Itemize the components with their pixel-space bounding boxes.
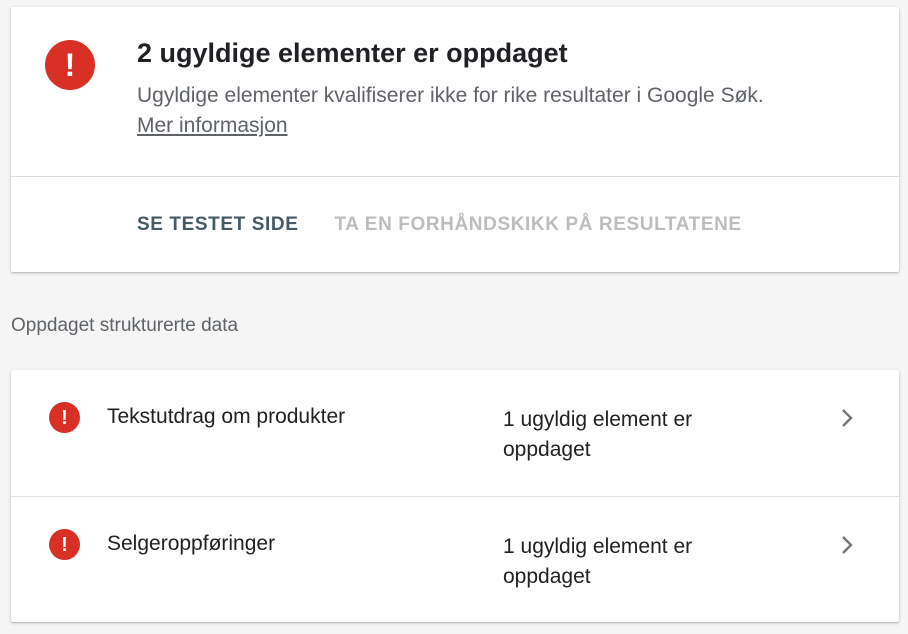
item-name: Tekstutdrag om produkter [107, 405, 346, 428]
chevron-right-icon[interactable] [837, 535, 857, 555]
error-icon: ! [49, 402, 80, 433]
error-icon-glyph: ! [61, 406, 68, 429]
chevron-right-icon[interactable] [837, 408, 857, 428]
error-icon-glyph: ! [61, 533, 68, 556]
error-icon: ! [45, 40, 95, 90]
summary-title: 2 ugyldige elementer er oppdaget [137, 38, 568, 68]
summary-card: ! 2 ugyldige elementer er oppdaget Ugyld… [11, 7, 899, 272]
divider [11, 176, 899, 177]
list-item[interactable]: ! Selgeroppføringer 1 ugyldig element er… [11, 497, 899, 623]
view-tested-page-button[interactable]: SE TESTET SIDE [137, 214, 299, 236]
item-name: Selgeroppføringer [107, 532, 276, 555]
summary-actions: SE TESTET SIDE TA EN FORHÅNDSKIKK PÅ RES… [137, 214, 742, 236]
section-heading: Oppdaget strukturerte data [11, 315, 239, 336]
more-info-link[interactable]: Mer informasjon [137, 114, 288, 138]
preview-results-button[interactable]: TA EN FORHÅNDSKIKK PÅ RESULTATENE [335, 214, 742, 236]
structured-data-list: ! Tekstutdrag om produkter 1 ugyldig ele… [11, 370, 899, 622]
list-item[interactable]: ! Tekstutdrag om produkter 1 ugyldig ele… [11, 370, 899, 497]
item-status: 1 ugyldig element er oppdaget [503, 408, 693, 461]
summary-description: Ugyldige elementer kvalifiserer ikke for… [137, 84, 764, 107]
item-status: 1 ugyldig element er oppdaget [503, 535, 693, 588]
error-icon-glyph: ! [64, 47, 76, 83]
error-icon: ! [49, 529, 80, 560]
